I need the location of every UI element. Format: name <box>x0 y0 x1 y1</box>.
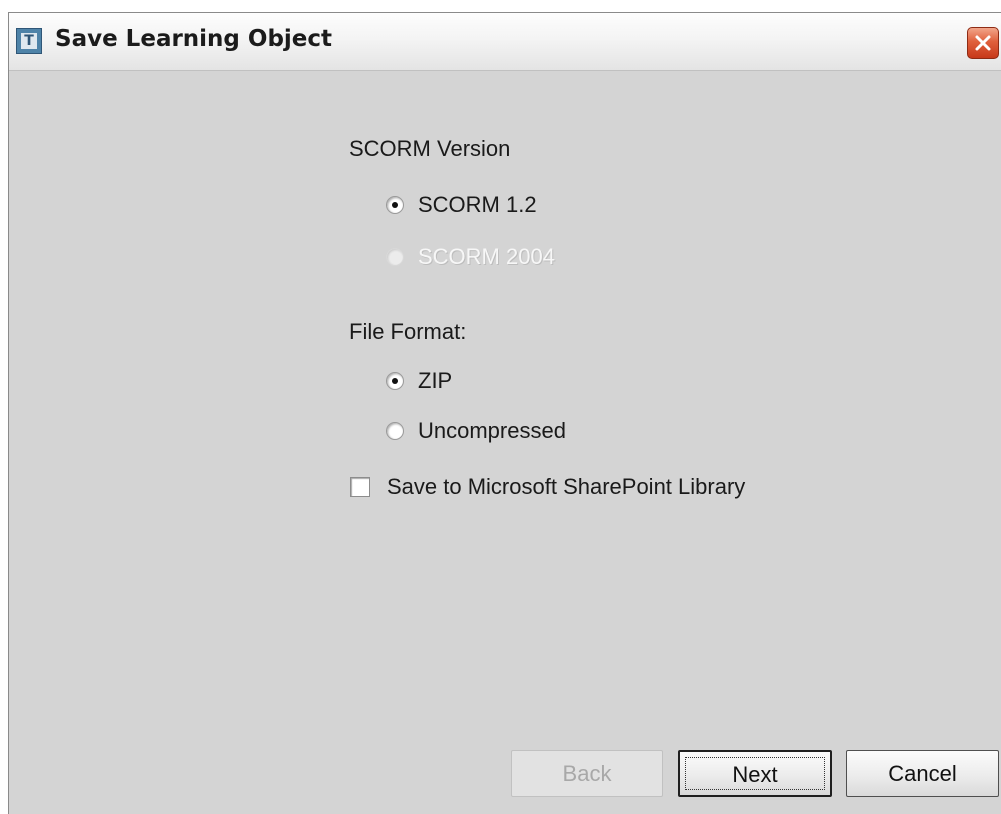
file-format-heading: File Format: <box>349 319 467 344</box>
window-title: Save Learning Object <box>55 26 333 52</box>
scorm-12-label[interactable]: SCORM 1.2 <box>418 192 537 218</box>
title-bar[interactable]: T Save Learning Object <box>9 13 1001 71</box>
sharepoint-checkbox[interactable] <box>350 477 370 497</box>
cancel-button[interactable]: Cancel <box>846 750 999 797</box>
zip-label[interactable]: ZIP <box>418 368 452 394</box>
uncompressed-label[interactable]: Uncompressed <box>418 418 566 444</box>
save-learning-object-dialog: T Save Learning Object SCORM Version SCO… <box>8 12 1001 814</box>
scorm-2004-radio[interactable] <box>386 248 404 266</box>
scorm-2004-label: SCORM 2004 <box>418 244 555 269</box>
close-icon <box>975 35 991 51</box>
sharepoint-label[interactable]: Save to Microsoft SharePoint Library <box>387 474 745 500</box>
next-button-label: Next <box>685 757 825 790</box>
next-button[interactable]: Next <box>678 750 832 797</box>
close-button[interactable] <box>967 27 999 59</box>
zip-radio[interactable] <box>386 372 404 390</box>
scorm-12-radio[interactable] <box>386 196 404 214</box>
uncompressed-radio[interactable] <box>386 422 404 440</box>
scorm-version-heading: SCORM Version <box>349 136 511 161</box>
back-button[interactable]: Back <box>511 750 663 797</box>
app-icon: T <box>16 28 42 54</box>
